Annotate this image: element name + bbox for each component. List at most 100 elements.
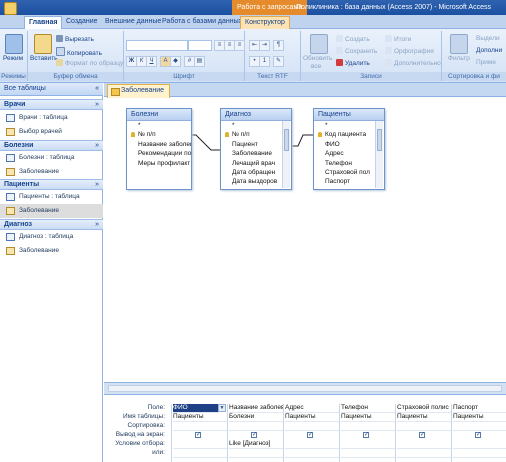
tab-design[interactable]: Конструктор — [240, 16, 290, 30]
field-cell[interactable]: Паспорт — [453, 404, 506, 413]
align-right-icon[interactable]: ≡ — [234, 40, 245, 51]
advanced-button[interactable]: Дополни — [476, 47, 502, 54]
table-box-title[interactable]: Пациенты — [314, 109, 384, 121]
criteria-cell[interactable] — [397, 440, 451, 449]
or-cell[interactable] — [341, 449, 395, 458]
sort-cell[interactable] — [173, 422, 227, 431]
grid-column[interactable]: Название заболеван Болезни ✓ Like [Диагн… — [227, 404, 283, 462]
filter-button[interactable]: Фильтр — [448, 55, 470, 62]
field-item[interactable]: Адрес — [314, 149, 384, 158]
criteria-cell[interactable] — [453, 440, 506, 449]
criteria-cell[interactable]: Like [Диагноз] — [229, 440, 283, 449]
font-size-select[interactable] — [188, 40, 212, 51]
nav-group-doctors[interactable]: Врачи » — [0, 99, 103, 110]
cut-button[interactable]: Вырезать — [56, 35, 94, 43]
show-checkbox[interactable]: ✓ — [195, 432, 201, 438]
sort-cell[interactable] — [341, 422, 395, 431]
field-item-key[interactable]: № п/п — [221, 130, 291, 139]
tab-home[interactable]: Главная — [24, 16, 63, 30]
table-cell[interactable]: Пациенты — [285, 413, 339, 422]
more-button[interactable]: Дополнительно — [385, 59, 441, 67]
view-icon[interactable] — [5, 34, 23, 54]
field-item-key[interactable]: № п/п — [127, 130, 191, 139]
nav-item-diseases-table[interactable]: Болезни : таблица — [0, 151, 103, 165]
table-box-title[interactable]: Болезни — [127, 109, 191, 121]
criteria-cell[interactable] — [341, 440, 395, 449]
sort-cell[interactable] — [453, 422, 506, 431]
field-item[interactable]: Паспорт — [314, 177, 384, 186]
table-box-scrollbar[interactable] — [282, 121, 290, 188]
table-cell[interactable]: Пациенты — [453, 413, 506, 422]
grid-column[interactable]: Телефон Пациенты ✓ — [339, 404, 395, 462]
field-item[interactable]: * — [127, 121, 191, 130]
format-painter-button[interactable]: Формат по образцу — [56, 59, 123, 67]
show-checkbox[interactable]: ✓ — [307, 432, 313, 438]
field-item[interactable]: Дата обращен — [221, 168, 291, 177]
field-item[interactable]: Рекомендации по — [127, 149, 191, 158]
scroll-thumb[interactable] — [284, 129, 289, 151]
totals-button[interactable]: Итоги — [385, 35, 411, 43]
grid-column[interactable]: Адрес Пациенты ✓ — [283, 404, 339, 462]
horizontal-scrollbar[interactable] — [108, 385, 502, 392]
table-box-diseases[interactable]: Болезни * № п/п Название заболев Рекомен… — [126, 108, 192, 190]
alt-fill-icon[interactable]: ▤ — [194, 56, 205, 67]
collapse-icon[interactable]: » — [95, 141, 99, 151]
table-cell[interactable]: Пациенты — [341, 413, 395, 422]
table-cell[interactable]: Болезни — [229, 413, 283, 422]
table-box-title[interactable]: Диагноз — [221, 109, 291, 121]
sort-cell[interactable] — [285, 422, 339, 431]
fill-color-icon[interactable]: ◆ — [170, 56, 181, 67]
highlight-icon[interactable]: ✎ — [273, 56, 284, 67]
doc-tab-query[interactable]: Заболевание — [107, 84, 171, 98]
tab-external-data[interactable]: Внешние данные — [101, 16, 165, 29]
grid-column[interactable]: Паспорт Пациенты ✓ — [451, 404, 506, 462]
nav-item-diagnosis-query[interactable]: Заболевание — [0, 244, 103, 258]
show-checkbox[interactable]: ✓ — [363, 432, 369, 438]
or-cell[interactable] — [229, 449, 283, 458]
collapse-icon[interactable]: » — [95, 220, 99, 230]
new-record-button[interactable]: Создать — [336, 35, 370, 43]
collapse-icon[interactable]: » — [95, 100, 99, 110]
spelling-button[interactable]: Орфография — [385, 47, 434, 55]
refresh-icon[interactable] — [310, 34, 328, 54]
underline-icon[interactable]: Ч — [146, 56, 157, 67]
ltr-icon[interactable]: ¶ — [273, 40, 284, 51]
collapse-icon[interactable]: » — [95, 180, 99, 190]
paste-icon[interactable] — [34, 34, 52, 54]
nav-group-diagnosis[interactable]: Диагноз » — [0, 219, 103, 230]
selection-button[interactable]: Выдели — [476, 35, 500, 42]
field-item[interactable]: Лечащий врач — [221, 159, 291, 168]
save-icon[interactable] — [4, 2, 17, 15]
nav-item-doctors-query[interactable]: Выбор врачей — [0, 125, 103, 139]
field-item[interactable]: * — [314, 121, 384, 130]
nav-item-patients-table[interactable]: Пациенты : таблица — [0, 190, 103, 204]
sort-cell[interactable] — [397, 422, 451, 431]
field-item[interactable]: Дата выздоров — [221, 177, 291, 186]
nav-group-diseases[interactable]: Болезни » — [0, 140, 103, 151]
or-cell[interactable] — [173, 449, 227, 458]
refresh-button[interactable]: Обновить — [303, 55, 332, 62]
field-cell[interactable]: Название заболеван — [229, 404, 283, 413]
field-item[interactable]: * — [221, 121, 291, 130]
field-cell[interactable]: Страховой полис — [397, 404, 451, 413]
field-cell[interactable]: Телефон — [341, 404, 395, 413]
nav-item-diagnosis-table[interactable]: Диагноз : таблица — [0, 230, 103, 244]
filter-icon[interactable] — [450, 34, 468, 54]
criteria-cell[interactable] — [173, 440, 227, 449]
tab-database-tools[interactable]: Работа с базами данных — [158, 16, 246, 29]
or-cell[interactable] — [285, 449, 339, 458]
nav-item-patients-query[interactable]: Заболевание — [0, 204, 103, 218]
save-record-button[interactable]: Сохранить — [336, 47, 377, 55]
paste-button[interactable]: Вставить — [30, 55, 58, 62]
tab-create[interactable]: Создание — [62, 16, 102, 29]
scroll-thumb[interactable] — [377, 129, 382, 151]
field-item[interactable]: Заболевание — [221, 149, 291, 158]
table-box-scrollbar[interactable] — [375, 121, 383, 188]
copy-button[interactable]: Копировать — [56, 47, 102, 57]
nav-header[interactable]: Все таблицы « — [0, 83, 103, 96]
nav-item-doctors-table[interactable]: Врачи : таблица — [0, 111, 103, 125]
table-box-patients[interactable]: Пациенты * Код пациента ФИО Адрес Телефо… — [313, 108, 385, 190]
numbering-icon[interactable]: 1 — [259, 56, 270, 67]
or-cell[interactable] — [453, 449, 506, 458]
show-checkbox[interactable]: ✓ — [251, 432, 257, 438]
